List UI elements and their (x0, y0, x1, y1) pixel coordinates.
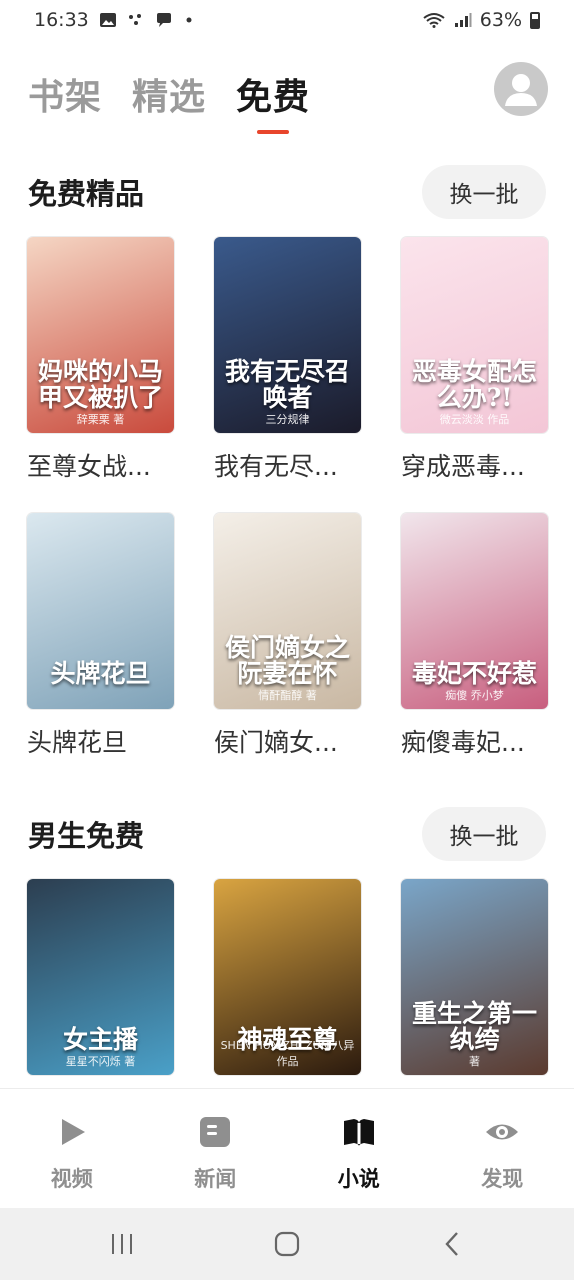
battery-icon (530, 11, 540, 29)
system-nav-bar (0, 1208, 574, 1280)
avatar[interactable] (494, 62, 548, 116)
book-cover[interactable]: 妈咪的小马甲又被扒了 辞栗栗 著 (27, 237, 174, 433)
book-cover[interactable]: 毒妃不好惹 痴傻 乔小梦 (401, 513, 548, 709)
tab-1[interactable]: 精选 (132, 68, 206, 120)
notification-dot-icon (186, 17, 192, 23)
cover-title-art: 毒妃不好惹 (411, 658, 537, 688)
tab-label: 免费 (236, 77, 311, 118)
signal-icon (454, 13, 472, 27)
dots-icon (128, 14, 141, 25)
news-icon (198, 1115, 232, 1153)
cover-author: 痴傻 乔小梦 (445, 689, 504, 702)
chat-icon (156, 13, 171, 27)
book-cover[interactable]: 头牌花旦 (27, 513, 174, 709)
book-cover[interactable]: 女主播 星星不闪烁 著 (27, 879, 174, 1075)
book-card[interactable]: 头牌花旦 头牌花旦 (27, 513, 174, 759)
book-title[interactable]: 头牌花旦 (27, 723, 174, 759)
gallery-icon (99, 13, 116, 27)
cover-title-art: 妈咪的小马甲又被扒了 (37, 356, 163, 412)
book-cover[interactable]: 侯门嫡女之阮妻在怀 情酐酯醇 著 (214, 513, 361, 709)
cover-author: 三分规律 (265, 413, 310, 426)
book-title[interactable]: 我有无尽... (214, 447, 361, 483)
home-icon (274, 1231, 300, 1257)
section-title: 免费精品 (28, 177, 145, 211)
nav-item-1[interactable]: 新闻 (144, 1089, 288, 1208)
tab-label: 精选 (132, 77, 207, 118)
play-icon (55, 1115, 89, 1153)
nav-label: 发现 (481, 1167, 524, 1191)
book-title[interactable]: 至尊女战... (27, 447, 174, 483)
book-grid-free-premium: 妈咪的小马甲又被扒了 辞栗栗 著至尊女战... 我有无尽召唤者 三分规律我有无尽...… (27, 237, 548, 759)
book-card[interactable]: 我有无尽召唤者 三分规律我有无尽... (214, 237, 361, 483)
book-card[interactable]: 妈咪的小马甲又被扒了 辞栗栗 著至尊女战... (27, 237, 174, 483)
book-card[interactable]: 恶毒女配怎么办?! 微云淡淡 作品穿成恶毒... (401, 237, 548, 483)
cover-author: SHEN HUN ZHI ZUN 八异 作品 (220, 1039, 355, 1068)
section-header-free-premium: 免费精品 换一批 (28, 164, 546, 220)
eye-icon (485, 1115, 519, 1153)
nav-item-2[interactable]: 小说 (287, 1089, 431, 1208)
tab-0[interactable]: 书架 (28, 68, 102, 120)
active-tab-indicator (257, 130, 290, 134)
refresh-button[interactable]: 换一批 (422, 165, 546, 219)
refresh-button[interactable]: 换一批 (422, 807, 546, 861)
book-cover[interactable]: 神魂至尊 SHEN HUN ZHI ZUN 八异 作品 (214, 879, 361, 1075)
book-title[interactable]: 穿成恶毒... (401, 447, 548, 483)
cover-title-art: 侯门嫡女之阮妻在怀 (224, 632, 350, 688)
home-button[interactable] (257, 1224, 317, 1264)
back-icon (445, 1232, 458, 1256)
book-card[interactable]: 侯门嫡女之阮妻在怀 情酐酯醇 著侯门嫡女... (214, 513, 361, 759)
cover-title-art: 我有无尽召唤者 (224, 356, 350, 412)
status-time: 16:33 (34, 9, 89, 31)
book-icon (342, 1115, 376, 1153)
book-cover[interactable]: 重生之第一纨绔著 (401, 879, 548, 1075)
book-card[interactable]: 毒妃不好惹 痴傻 乔小梦痴傻毒妃... (401, 513, 548, 759)
recents-button[interactable] (92, 1224, 152, 1264)
bottom-nav: 视频 新闻 小说 发现 (0, 1088, 574, 1208)
cover-author: 著 (469, 1055, 480, 1068)
nav-label: 小说 (337, 1167, 380, 1191)
section-header-male-free: 男生免费 换一批 (28, 806, 546, 862)
book-cover[interactable]: 我有无尽召唤者 三分规律 (214, 237, 361, 433)
nav-label: 新闻 (194, 1167, 237, 1191)
nav-item-3[interactable]: 发现 (431, 1089, 574, 1208)
top-tabs: 书架 精选 免费 (28, 68, 311, 134)
cover-author: 辞栗栗 著 (76, 413, 125, 426)
cover-title-art: 重生之第一纨绔 (411, 998, 537, 1054)
cover-author: 微云淡淡 作品 (439, 413, 510, 426)
user-icon (505, 74, 537, 106)
tab-label: 书架 (28, 77, 103, 118)
nav-label: 视频 (50, 1167, 93, 1191)
cover-author: 星星不闪烁 著 (65, 1055, 136, 1068)
section-title: 男生免费 (28, 819, 145, 853)
recents-icon (112, 1234, 133, 1254)
tab-2[interactable]: 免费 (236, 68, 311, 134)
cover-author: 情酐酯醇 著 (258, 689, 317, 702)
battery-percent: 63% (479, 9, 522, 31)
back-button[interactable] (422, 1224, 482, 1264)
cover-title-art: 头牌花旦 (50, 658, 151, 688)
wifi-icon (423, 13, 445, 28)
book-title[interactable]: 痴傻毒妃... (401, 723, 548, 759)
status-bar: 16:33 63% (0, 0, 574, 40)
book-title[interactable]: 侯门嫡女... (214, 723, 361, 759)
cover-title-art: 恶毒女配怎么办?! (411, 356, 537, 412)
cover-title-art: 女主播 (62, 1024, 138, 1054)
nav-item-0[interactable]: 视频 (0, 1089, 144, 1208)
book-cover[interactable]: 恶毒女配怎么办?! 微云淡淡 作品 (401, 237, 548, 433)
